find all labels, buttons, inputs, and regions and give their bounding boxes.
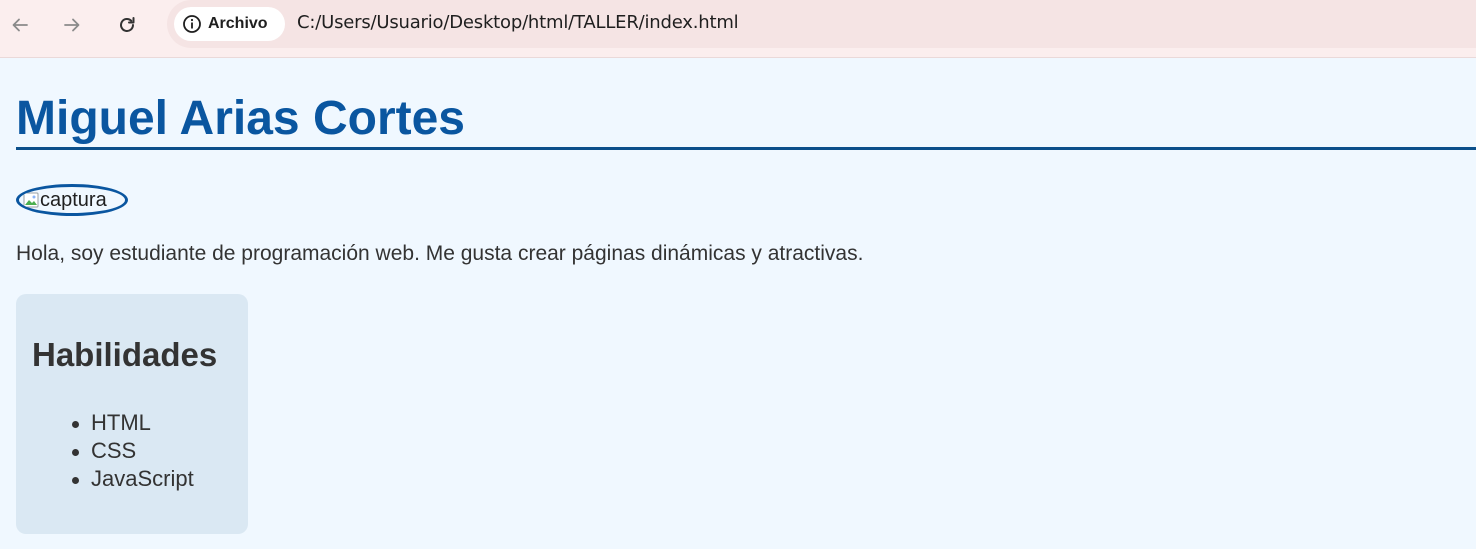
broken-image-icon: [23, 192, 39, 208]
bullet-dot: [72, 477, 79, 484]
back-button[interactable]: [2, 9, 38, 41]
browser-toolbar: Archivo C:/Users/Usuario/Desktop/html/TA…: [0, 0, 1476, 58]
skills-heading: Habilidades: [32, 336, 218, 373]
skills-list: HTML CSS JavaScript: [32, 409, 194, 493]
image-alt-text: captura: [40, 188, 107, 211]
skills-card: Habilidades HTML CSS JavaScript: [16, 294, 248, 534]
url-text[interactable]: C:/Users/Usuario/Desktop/html/TALLER/ind…: [297, 12, 739, 33]
list-item: CSS: [32, 437, 194, 465]
address-bar[interactable]: Archivo C:/Users/Usuario/Desktop/html/TA…: [167, 0, 1476, 48]
skill-label: HTML: [91, 410, 151, 435]
reload-button[interactable]: [109, 9, 145, 41]
page-content: Miguel Arias Cortes captura Hola, soy es…: [0, 59, 1476, 549]
arrow-left-icon: [10, 15, 30, 35]
intro-paragraph: Hola, soy estudiante de programación web…: [16, 242, 864, 265]
info-icon: [182, 14, 202, 34]
page-title: Miguel Arias Cortes: [16, 92, 465, 145]
list-item: HTML: [32, 409, 194, 437]
skill-label: JavaScript: [91, 466, 194, 491]
title-underline: [16, 147, 1476, 150]
list-item: JavaScript: [32, 465, 194, 493]
skill-label: CSS: [91, 438, 137, 463]
profile-image: captura: [16, 184, 128, 216]
site-info-chip[interactable]: Archivo: [174, 7, 285, 41]
reload-icon: [117, 15, 137, 35]
site-info-label: Archivo: [208, 15, 268, 32]
arrow-right-icon: [62, 15, 82, 35]
forward-button[interactable]: [54, 9, 90, 41]
bullet-dot: [72, 421, 79, 428]
bullet-dot: [72, 449, 79, 456]
